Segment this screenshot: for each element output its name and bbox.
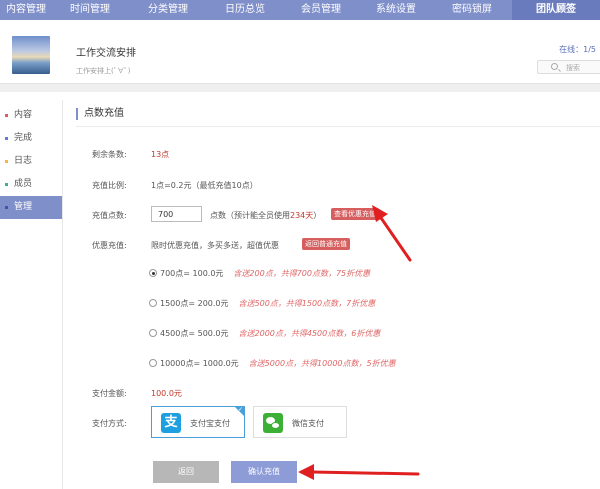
square-bullet-icon [5, 137, 8, 140]
wechat-pay-option[interactable]: 微信支付 [253, 406, 347, 438]
ratio-value: 1点=0.2元（最低充值10点） [151, 181, 258, 190]
arrow-to-confirm-icon [298, 464, 420, 480]
points-hint-prefix: 点数（预计能全员使用 [210, 211, 290, 220]
top-nav: 内容管理 时间管理 分类管理 日历总览 会员管理 系统设置 密码锁屏 团队顾签 [0, 0, 600, 20]
square-bullet-icon [5, 114, 8, 117]
project-header: 工作交流安排 工作安排上(ﾟ∀ﾟ) 在线：1/5 搜索 [0, 20, 600, 84]
sidebar-item-label: 成员 [14, 179, 33, 189]
offer-text: 限时优惠充值，多买多送，超值优惠 [151, 241, 279, 250]
alipay-icon: 支 [161, 413, 181, 433]
points-days: 234天 [290, 211, 314, 220]
sidebar-item-content[interactable]: 内容 [0, 104, 62, 127]
sidebar-item-members[interactable]: 成员 [0, 173, 62, 196]
wechat-icon [263, 413, 283, 433]
square-bullet-icon [5, 206, 8, 209]
radio-checked-icon[interactable] [149, 269, 157, 277]
offer-option[interactable]: 1500点= 200.0元 含送500点，共得1500点数，7折优惠 [149, 298, 375, 310]
online-count: 在线：1/5 [559, 45, 596, 54]
tab-team[interactable]: 团队顾签 [512, 0, 600, 20]
option-main: 10000点= 1000.0元 [160, 359, 239, 368]
sidebar-item-label: 日志 [14, 156, 33, 166]
project-title: 工作交流安排 [76, 48, 136, 59]
option-promo: 含送200点，共得700点数，75折优惠 [233, 269, 371, 278]
amount-value: 100.0元 [151, 389, 182, 398]
project-thumbnail [12, 36, 50, 74]
search-placeholder: 搜索 [566, 64, 580, 72]
back-button[interactable]: 返回 [153, 461, 219, 483]
tab-time-manage[interactable]: 时间管理 [52, 0, 128, 20]
remaining-label: 剩余条数: [92, 150, 127, 159]
wechat-pay-label: 微信支付 [292, 419, 324, 428]
confirm-recharge-button[interactable]: 确认充值 [231, 461, 297, 483]
check-icon: ✓ [237, 406, 243, 413]
section-title: 点数充值 [76, 108, 124, 120]
section-divider [76, 126, 600, 127]
sidebar-item-manage[interactable]: 管理 [0, 196, 62, 219]
square-bullet-icon [5, 160, 8, 163]
offer-option[interactable]: 10000点= 1000.0元 含送5000点，共得10000点数，5折优惠 [149, 358, 396, 370]
points-label: 充值点数: [92, 211, 127, 220]
search-input[interactable]: 搜索 [537, 60, 600, 74]
option-promo: 含送500点，共得1500点数，7折优惠 [238, 299, 376, 308]
option-promo: 含送5000点，共得10000点数，5折优惠 [248, 359, 396, 368]
method-label: 支付方式: [92, 419, 127, 428]
tab-member-manage[interactable]: 会员管理 [282, 0, 360, 20]
sidebar-item-log[interactable]: 日志 [0, 150, 62, 173]
sidebar-item-label: 内容 [14, 110, 33, 120]
remaining-value: 13点 [151, 150, 170, 159]
option-main: 4500点= 500.0元 [160, 329, 229, 338]
offer-option[interactable]: 700点= 100.0元 含送200点，共得700点数，75折优惠 [149, 268, 370, 280]
points-hint: 点数（预计能全员使用234天） [210, 210, 321, 221]
radio-icon[interactable] [149, 329, 157, 337]
sidebar-item-label: 完成 [14, 133, 33, 143]
points-input[interactable] [151, 206, 202, 222]
sidebar: 内容 完成 日志 成员 管理 [0, 104, 62, 219]
sidebar-divider [62, 100, 63, 489]
option-main: 1500点= 200.0元 [160, 299, 229, 308]
radio-icon[interactable] [149, 359, 157, 367]
header-divider [0, 84, 600, 92]
ratio-label: 充值比例: [92, 181, 127, 190]
sidebar-item-done[interactable]: 完成 [0, 127, 62, 150]
radio-icon[interactable] [149, 299, 157, 307]
project-subtitle: 工作安排上(ﾟ∀ﾟ) [76, 67, 131, 75]
tab-password-lock[interactable]: 密码锁屏 [432, 0, 512, 20]
tab-system-settings[interactable]: 系统设置 [360, 0, 432, 20]
back-to-normal-button[interactable]: 返回普通充值 [302, 238, 350, 250]
alipay-option[interactable]: 支 支付宝支付 ✓ [151, 406, 245, 438]
tab-calendar-overview[interactable]: 日历总览 [208, 0, 282, 20]
alipay-label: 支付宝支付 [190, 419, 230, 428]
search-icon [551, 63, 558, 70]
sidebar-item-label: 管理 [14, 202, 33, 212]
offer-label: 优惠充值: [92, 241, 127, 250]
points-hint-suffix: ） [313, 211, 322, 220]
tab-category-manage[interactable]: 分类管理 [128, 0, 208, 20]
view-offer-button[interactable]: 查看优惠充值 [331, 208, 379, 220]
option-promo: 含送2000点，共得4500点数，6折优惠 [238, 329, 381, 338]
square-bullet-icon [5, 183, 8, 186]
offer-option[interactable]: 4500点= 500.0元 含送2000点，共得4500点数，6折优惠 [149, 328, 380, 340]
tab-content-manage[interactable]: 内容管理 [0, 0, 52, 20]
amount-label: 支付金额: [92, 389, 127, 398]
option-main: 700点= 100.0元 [160, 269, 224, 278]
